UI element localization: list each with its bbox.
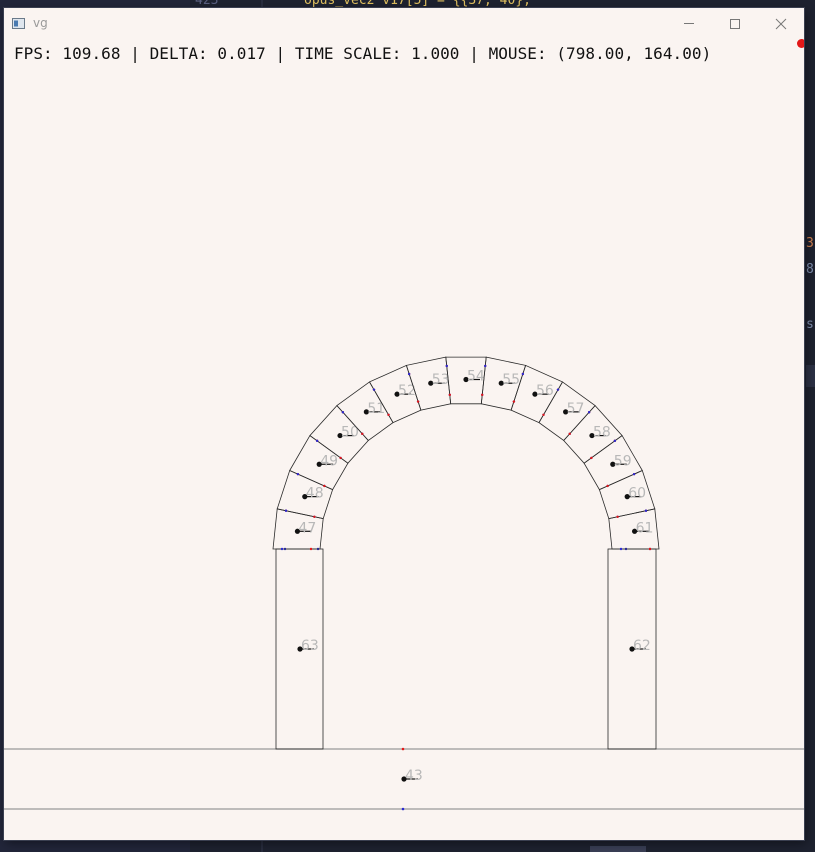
contact-marker <box>632 472 636 476</box>
body-id-label: 63 <box>301 638 319 654</box>
contact-marker <box>512 400 516 403</box>
body-id-label: 51 <box>367 401 385 417</box>
contact-marker <box>361 432 364 436</box>
right-pillar-body[interactable]: 62 <box>607 547 657 750</box>
body-id-label: 61 <box>636 520 654 536</box>
app-window: vg FPS: 109.68 | DELTA: 0.017 | TIME SCA… <box>4 8 804 840</box>
svg-text:ss: ss <box>806 317 815 332</box>
svg-text:423: 423 <box>195 0 218 8</box>
contact-marker <box>323 484 326 488</box>
contact-marker <box>407 372 411 376</box>
svg-text:3,: 3, <box>806 236 815 251</box>
arch-block[interactable]: 47 <box>272 508 324 551</box>
contact-marker <box>616 515 619 518</box>
contact-marker <box>619 547 623 551</box>
contact-marker <box>341 411 345 414</box>
contact-marker <box>296 472 300 476</box>
body-id-label: 54 <box>467 369 485 385</box>
contact-marker <box>568 432 571 436</box>
contact-marker <box>644 509 648 512</box>
body-id-label: 49 <box>320 453 338 469</box>
contact-marker <box>587 411 591 414</box>
arch-block[interactable]: 61 <box>608 508 660 551</box>
body-id-label: 60 <box>628 486 646 502</box>
contact-marker <box>284 509 288 512</box>
arch-block[interactable]: 49 <box>289 435 349 491</box>
arch-block[interactable]: 55 <box>480 356 527 411</box>
arch-block[interactable]: 48 <box>276 469 334 520</box>
body-id-label: 43 <box>405 768 423 784</box>
contact-marker <box>313 515 316 518</box>
body-id-label: 59 <box>614 453 632 469</box>
contact-marker <box>556 388 560 391</box>
left-pillar-body[interactable]: 63 <box>275 547 324 750</box>
physics-scene[interactable]: 43 63 62 47484950515253 54 55565758596061 <box>4 8 804 840</box>
contact-marker <box>648 547 652 551</box>
ground-body[interactable]: 43 <box>4 747 804 811</box>
body-id-label: 53 <box>432 372 450 388</box>
contact-marker <box>372 388 376 391</box>
contact-marker <box>280 547 284 551</box>
contact-marker <box>606 484 609 488</box>
contact-marker <box>521 372 525 376</box>
arch-blocks[interactable]: 47484950515253 54 55565758596061 <box>272 356 660 551</box>
body-id-label: 58 <box>593 425 611 441</box>
body-id-label: 57 <box>567 401 585 417</box>
body-id-label: 47 <box>298 520 316 536</box>
arch-block[interactable]: 59 <box>583 435 643 491</box>
arch-block[interactable]: 50 <box>309 405 369 464</box>
contact-marker <box>309 547 313 551</box>
contact-marker <box>416 400 420 403</box>
contact-marker <box>481 393 484 397</box>
contact-marker <box>590 456 593 460</box>
body-id-label: 48 <box>306 486 324 502</box>
body-id-label: 55 <box>502 372 520 388</box>
contact-marker <box>445 364 448 368</box>
contact-marker <box>613 439 617 443</box>
arch-block[interactable]: 54 <box>445 356 487 405</box>
contact-marker <box>387 413 390 416</box>
contact-marker <box>315 439 319 443</box>
contact-marker <box>339 456 342 460</box>
contact-marker <box>542 413 545 416</box>
svg-text:opus_vec2 v17[5] = {{37, 40},: opus_vec2 v17[5] = {{37, 40}, <box>304 0 531 8</box>
contact-marker <box>448 393 451 397</box>
contact-marker <box>401 807 405 811</box>
body-id-label: 62 <box>633 638 651 654</box>
body-id-label: 56 <box>536 383 554 399</box>
contact-marker <box>401 747 405 751</box>
contact-marker <box>484 364 487 368</box>
svg-text:8: 8 <box>806 262 814 277</box>
